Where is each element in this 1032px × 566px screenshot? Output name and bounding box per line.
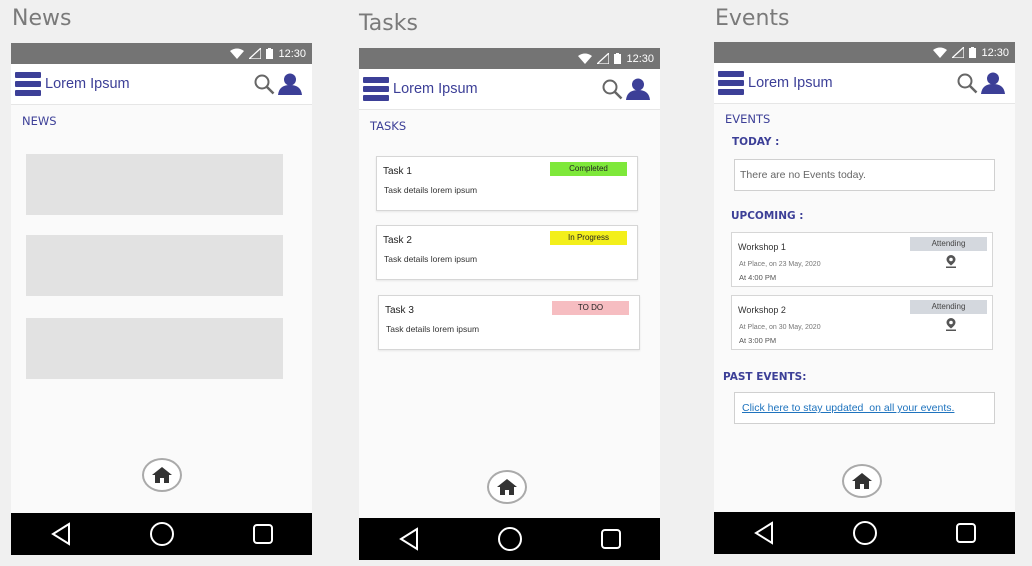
home-button[interactable]	[142, 458, 182, 492]
search-icon[interactable]	[254, 74, 275, 95]
today-empty-text: There are no Events today.	[740, 169, 866, 181]
news-phone: 12:30 Lorem Ipsum NEWS	[11, 43, 312, 555]
home-icon	[152, 467, 172, 483]
home-icon	[497, 479, 517, 495]
past-events-link[interactable]: Click here to stay updated on all your e…	[742, 402, 954, 414]
search-icon[interactable]	[602, 79, 623, 100]
section-title: EVENTS	[725, 112, 771, 126]
home-button[interactable]	[487, 470, 527, 504]
app-bar: Lorem Ipsum	[11, 64, 312, 105]
hamburger-menu-icon[interactable]	[15, 72, 41, 96]
back-triangle-icon[interactable]	[398, 527, 420, 551]
signal-icon	[597, 53, 610, 64]
user-icon[interactable]	[626, 78, 650, 100]
status-bar: 12:30	[11, 43, 312, 64]
today-label: TODAY :	[732, 136, 780, 148]
event-time: At 4:00 PM	[739, 273, 777, 282]
tasks-phone: 12:30 Lorem Ipsum TASKS Task 1 Task deta…	[359, 48, 660, 560]
upcoming-label: UPCOMING :	[731, 210, 804, 222]
task-name: Task 2	[383, 235, 412, 246]
app-title: Lorem Ipsum	[393, 81, 478, 97]
home-icon	[852, 473, 872, 489]
back-triangle-icon[interactable]	[753, 521, 775, 545]
event-place: At Place, on 23 May, 2020	[739, 261, 821, 268]
task-card[interactable]: Task 2 Task details lorem ipsum In Progr…	[376, 225, 638, 280]
nav-bar	[714, 512, 1015, 554]
location-pin-icon[interactable]	[945, 318, 957, 332]
task-details: Task details lorem ipsum	[384, 254, 478, 264]
hamburger-menu-icon[interactable]	[718, 71, 744, 95]
past-events-box: Click here to stay updated on all your e…	[734, 392, 995, 424]
square-recents-icon[interactable]	[955, 522, 977, 544]
wifi-icon	[933, 47, 948, 58]
wifi-icon	[230, 48, 245, 59]
past-events-label: PAST EVENTS:	[723, 371, 807, 383]
battery-icon	[614, 53, 622, 64]
user-icon[interactable]	[981, 72, 1005, 94]
square-recents-icon[interactable]	[252, 523, 274, 545]
circle-home-icon[interactable]	[852, 520, 878, 546]
location-pin-icon[interactable]	[945, 255, 957, 269]
signal-icon	[952, 47, 965, 58]
tasks-caption: Tasks	[359, 11, 418, 36]
app-bar: Lorem Ipsum	[359, 69, 660, 110]
nav-bar	[359, 518, 660, 560]
event-name: Workshop 2	[738, 305, 786, 315]
circle-home-icon[interactable]	[497, 526, 523, 552]
status-badge: In Progress	[550, 231, 627, 245]
status-time: 12:30	[278, 47, 306, 60]
attending-badge[interactable]: Attending	[910, 300, 987, 314]
event-name: Workshop 1	[738, 242, 786, 252]
task-card[interactable]: Task 3 Task details lorem ipsum TO DO	[378, 295, 640, 350]
task-card[interactable]: Task 1 Task details lorem ipsum Complete…	[376, 156, 638, 211]
task-name: Task 1	[383, 166, 412, 177]
today-events-box: There are no Events today.	[734, 159, 995, 191]
battery-icon	[266, 48, 274, 59]
section-title: NEWS	[22, 114, 57, 128]
home-button[interactable]	[842, 464, 882, 498]
events-caption: Events	[715, 6, 790, 31]
task-details: Task details lorem ipsum	[386, 324, 480, 334]
hamburger-menu-icon[interactable]	[363, 77, 389, 101]
status-bar: 12:30	[714, 42, 1015, 63]
back-triangle-icon[interactable]	[50, 522, 72, 546]
user-icon[interactable]	[278, 73, 302, 95]
status-badge: TO DO	[552, 301, 629, 315]
square-recents-icon[interactable]	[600, 528, 622, 550]
app-title: Lorem Ipsum	[45, 76, 130, 92]
attending-badge[interactable]: Attending	[910, 237, 987, 251]
event-card[interactable]: Workshop 2 At Place, on 30 May, 2020 At …	[731, 295, 993, 350]
wifi-icon	[578, 53, 593, 64]
status-time: 12:30	[981, 46, 1009, 59]
section-title: TASKS	[370, 119, 407, 133]
signal-icon	[249, 48, 262, 59]
news-item-placeholder[interactable]	[26, 235, 283, 296]
event-card[interactable]: Workshop 1 At Place, on 23 May, 2020 At …	[731, 232, 993, 287]
task-details: Task details lorem ipsum	[384, 185, 478, 195]
news-item-placeholder[interactable]	[26, 154, 283, 215]
events-phone: 12:30 Lorem Ipsum EVENTS TODAY : There a…	[714, 42, 1015, 554]
news-caption: News	[12, 6, 72, 31]
status-badge: Completed	[550, 162, 627, 176]
task-name: Task 3	[385, 305, 414, 316]
battery-icon	[969, 47, 977, 58]
event-place: At Place, on 30 May, 2020	[739, 324, 821, 331]
event-time: At 3:00 PM	[739, 336, 777, 345]
status-time: 12:30	[626, 52, 654, 65]
circle-home-icon[interactable]	[149, 521, 175, 547]
nav-bar	[11, 513, 312, 555]
news-item-placeholder[interactable]	[26, 318, 283, 379]
search-icon[interactable]	[957, 73, 978, 94]
status-bar: 12:30	[359, 48, 660, 69]
app-bar: Lorem Ipsum	[714, 63, 1015, 104]
app-title: Lorem Ipsum	[748, 75, 833, 91]
